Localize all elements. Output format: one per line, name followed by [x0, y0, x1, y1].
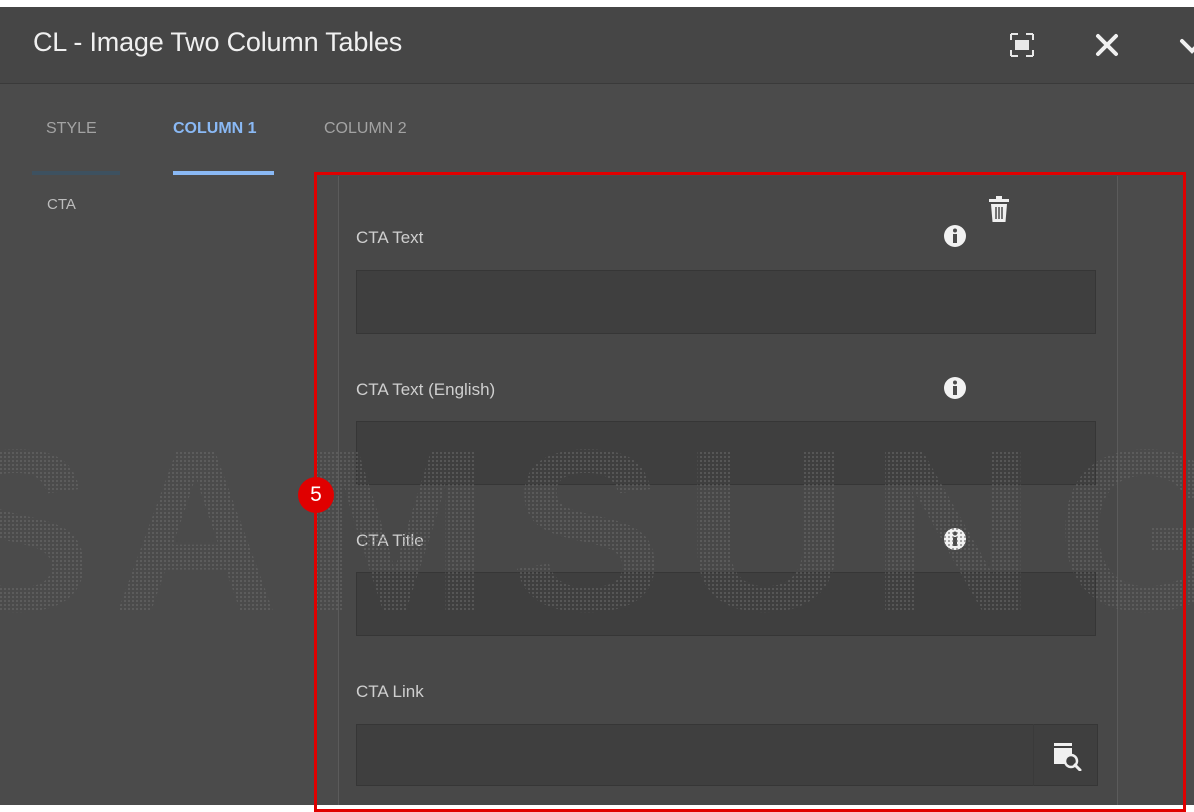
sidebar: CTA — [0, 176, 310, 805]
cta-text-english-input[interactable] — [356, 421, 1096, 485]
info-icon[interactable] — [943, 224, 967, 248]
close-icon[interactable] — [1093, 31, 1121, 59]
tab-column-1[interactable]: COLUMN 1 — [173, 120, 257, 138]
tab-active-underline — [173, 171, 274, 175]
info-icon[interactable] — [943, 527, 967, 551]
sidebar-item-cta[interactable]: CTA — [47, 196, 76, 213]
browse-button[interactable] — [1033, 724, 1097, 786]
cta-link-input[interactable] — [356, 724, 1098, 786]
info-icon[interactable] — [943, 376, 967, 400]
tab-bar: STYLE COLUMN 1 COLUMN 2 — [0, 95, 1194, 175]
annotation-badge: 5 — [298, 477, 334, 513]
fullscreen-icon[interactable] — [1008, 31, 1036, 59]
cta-text-label: CTA Text — [356, 228, 424, 247]
delete-icon[interactable] — [987, 195, 1011, 223]
dialog: CL - Image Two Column Tables STYLE COLUM… — [0, 7, 1194, 805]
cta-text-english-label: CTA Text (English) — [356, 380, 496, 399]
cta-text-input[interactable] — [356, 270, 1096, 334]
dialog-titlebar: CL - Image Two Column Tables — [0, 7, 1194, 84]
cta-title-label: CTA Title — [356, 531, 424, 550]
tab-style[interactable]: STYLE — [46, 120, 97, 138]
tab-style-underline — [32, 171, 120, 175]
tab-column-2[interactable]: COLUMN 2 — [324, 120, 407, 138]
cta-link-label: CTA Link — [356, 682, 424, 701]
dialog-title: CL - Image Two Column Tables — [33, 27, 403, 57]
cta-title-input[interactable] — [356, 572, 1096, 636]
chevron-icon[interactable] — [1178, 31, 1194, 59]
path-browser-icon — [1054, 743, 1082, 771]
